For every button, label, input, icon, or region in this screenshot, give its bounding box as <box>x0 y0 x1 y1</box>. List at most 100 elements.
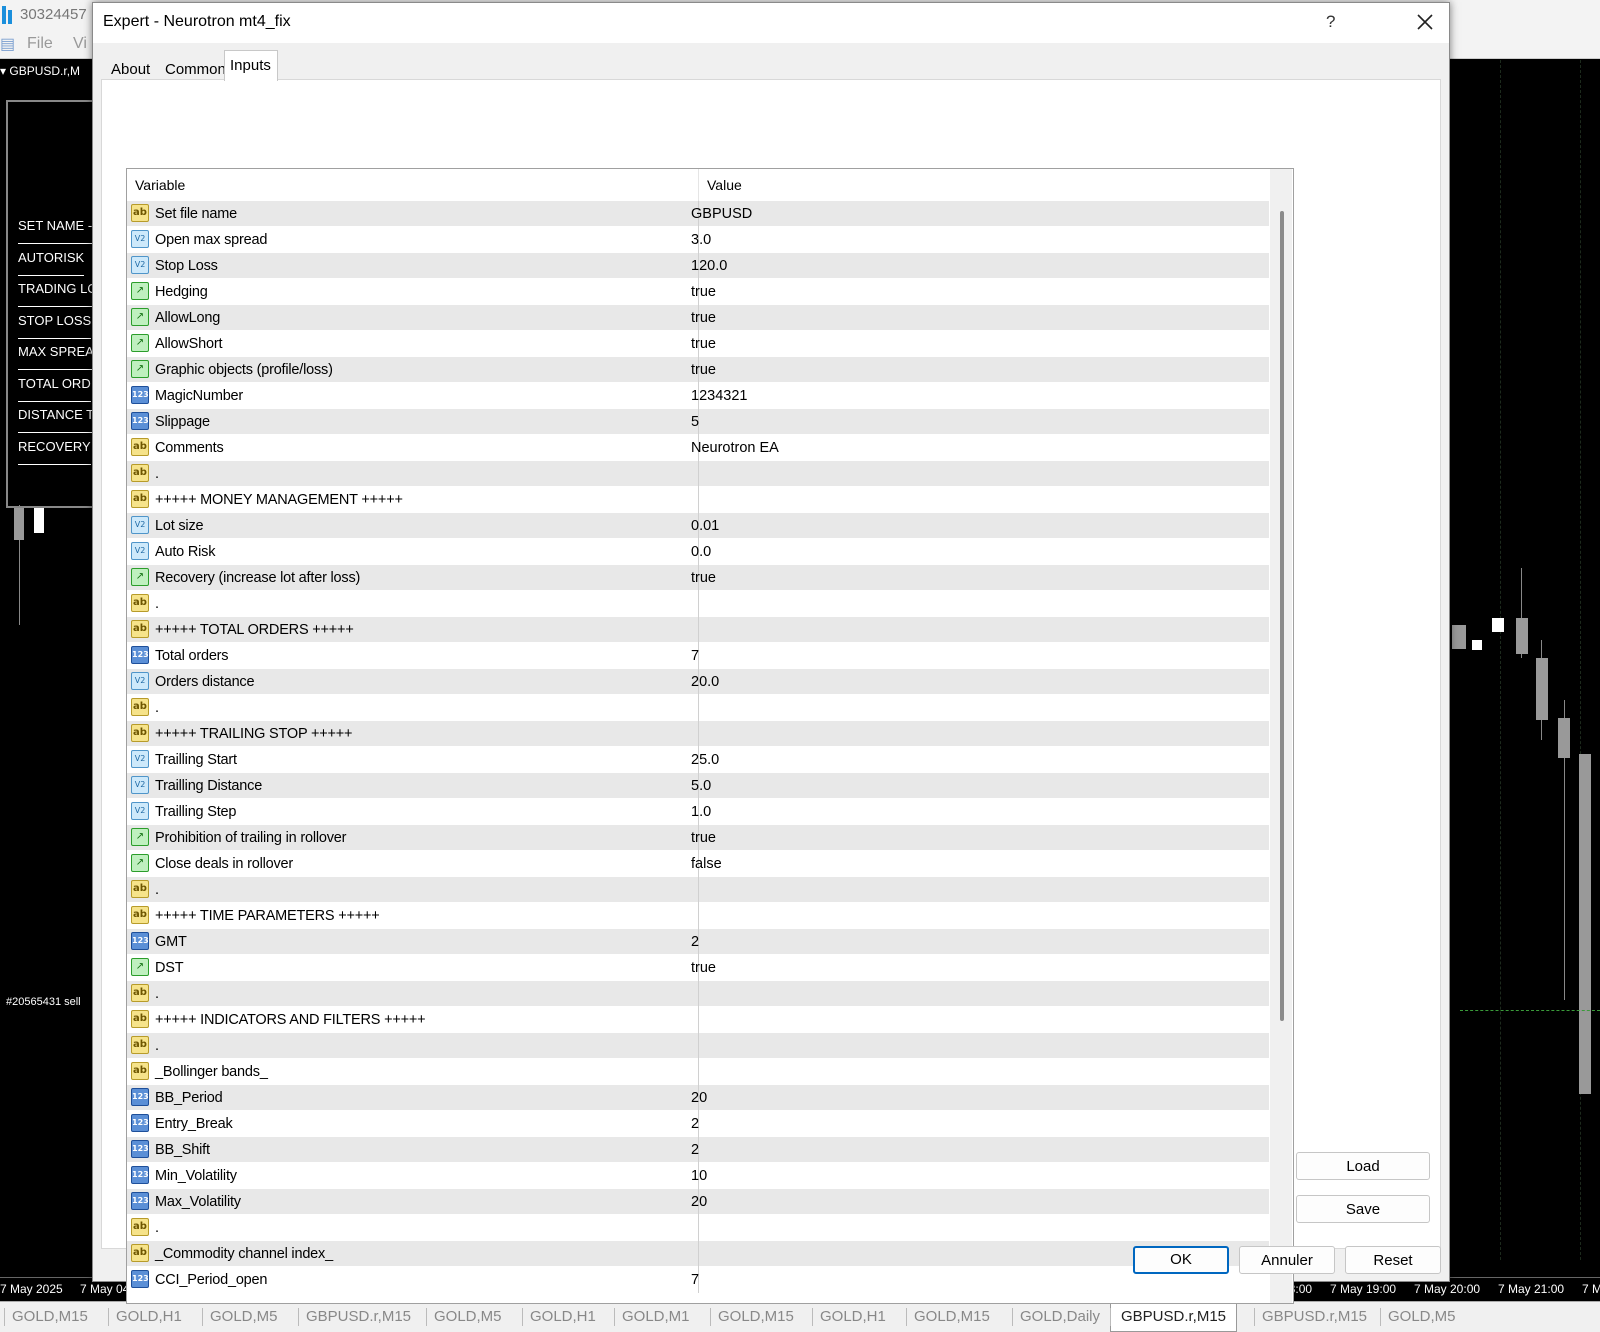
scrollbar-thumb[interactable] <box>1280 211 1284 1021</box>
input-row[interactable]: ab. <box>127 591 1269 617</box>
help-button[interactable]: ? <box>1326 12 1335 32</box>
input-row[interactable]: V2 Trailling Distance 5.0 <box>127 773 1269 799</box>
input-row[interactable]: 123 BB_Shift 2 <box>127 1137 1269 1163</box>
cancel-button[interactable]: Annuler <box>1239 1246 1335 1274</box>
input-row[interactable]: ab _Bollinger bands_ <box>127 1059 1269 1085</box>
reset-button[interactable]: Reset <box>1345 1246 1441 1274</box>
input-value[interactable]: false <box>691 856 722 872</box>
input-row[interactable]: ↗ AllowLong true <box>127 305 1269 331</box>
input-row[interactable]: V2 Open max spread 3.0 <box>127 227 1269 253</box>
tab-about[interactable]: About <box>111 61 150 78</box>
input-value[interactable]: 1234321 <box>691 388 747 404</box>
input-row[interactable]: 123 BB_Period 20 <box>127 1085 1269 1111</box>
input-row[interactable]: V2 Lot size 0.01 <box>127 513 1269 539</box>
input-row[interactable]: 123 Total orders 7 <box>127 643 1269 669</box>
input-row[interactable]: ab Comments Neurotron EA <box>127 435 1269 461</box>
input-value[interactable]: 2 <box>691 1116 699 1132</box>
input-row[interactable]: ab. <box>127 1215 1269 1241</box>
input-row[interactable]: V2 Stop Loss 120.0 <box>127 253 1269 279</box>
chart-tab[interactable]: GOLD,M15 <box>718 1308 794 1325</box>
input-value[interactable]: true <box>691 336 716 352</box>
chart-tab[interactable]: GBPUSD.r,M15 <box>1262 1308 1367 1325</box>
chart-tab[interactable]: GOLD,M5 <box>210 1308 278 1325</box>
input-row[interactable]: 123 Min_Volatility 10 <box>127 1163 1269 1189</box>
input-value[interactable]: 0.0 <box>691 544 711 560</box>
chart-tab[interactable]: GOLD,M5 <box>1388 1308 1456 1325</box>
input-value[interactable]: 7 <box>691 648 699 664</box>
chart-tab[interactable]: GOLD,H1 <box>530 1308 596 1325</box>
input-row[interactable]: ab. <box>127 461 1269 487</box>
chart-tab[interactable]: GOLD,M15 <box>914 1308 990 1325</box>
input-row[interactable]: ab. <box>127 981 1269 1007</box>
input-row[interactable]: ↗ Prohibition of trailing in rollover true <box>127 825 1269 851</box>
input-value[interactable]: 3.0 <box>691 232 711 248</box>
column-header-value[interactable]: Value <box>707 177 742 193</box>
chart-tab[interactable]: GOLD,H1 <box>116 1308 182 1325</box>
column-divider[interactable] <box>698 169 699 201</box>
input-row[interactable]: 123 CCI_Period_open 7 <box>127 1267 1269 1293</box>
input-row[interactable]: ↗ Hedging true <box>127 279 1269 305</box>
input-value[interactable]: 10 <box>691 1168 707 1184</box>
chart-tab[interactable]: GOLD,M15 <box>12 1308 88 1325</box>
chart-tab[interactable]: GOLD,M5 <box>434 1308 502 1325</box>
input-value[interactable]: 0.01 <box>691 518 719 534</box>
chart-tab[interactable]: GOLD,H1 <box>820 1308 886 1325</box>
input-row[interactable]: ↗ Graphic objects (profile/loss) true <box>127 357 1269 383</box>
input-row[interactable]: 123 Slippage 5 <box>127 409 1269 435</box>
load-button[interactable]: Load <box>1296 1152 1430 1180</box>
input-value[interactable]: 2 <box>691 1142 699 1158</box>
dialog-titlebar[interactable]: Expert - Neurotron mt4_fix ? <box>93 3 1449 43</box>
input-value[interactable]: GBPUSD <box>691 206 752 222</box>
input-row[interactable]: ↗ Recovery (increase lot after loss) true <box>127 565 1269 591</box>
input-row[interactable]: 123 MagicNumber 1234321 <box>127 383 1269 409</box>
chart-tab[interactable]: GBPUSD.r,M15 <box>306 1308 411 1325</box>
input-value[interactable]: 20.0 <box>691 674 719 690</box>
input-value[interactable]: Neurotron EA <box>691 440 779 456</box>
input-row[interactable]: ab +++++ TOTAL ORDERS +++++ <box>127 617 1269 643</box>
input-row[interactable]: ↗ DST true <box>127 955 1269 981</box>
input-value[interactable]: 1.0 <box>691 804 711 820</box>
input-row[interactable]: V2 Trailling Step 1.0 <box>127 799 1269 825</box>
menu-view[interactable]: Vi <box>73 35 87 53</box>
input-row[interactable]: ab. <box>127 695 1269 721</box>
input-row[interactable]: ab +++++ INDICATORS AND FILTERS +++++ <box>127 1007 1269 1033</box>
input-value[interactable]: true <box>691 362 716 378</box>
input-row[interactable]: ab +++++ TRAILING STOP +++++ <box>127 721 1269 747</box>
tab-inputs[interactable]: Inputs <box>224 50 278 81</box>
input-value[interactable]: true <box>691 284 716 300</box>
input-value[interactable]: true <box>691 570 716 586</box>
input-row[interactable]: ab +++++ TIME PARAMETERS +++++ <box>127 903 1269 929</box>
chart-tab[interactable]: GOLD,Daily <box>1020 1308 1100 1325</box>
input-value[interactable]: 20 <box>691 1194 707 1210</box>
input-value[interactable]: 2 <box>691 934 699 950</box>
input-row[interactable]: ab Set file name GBPUSD <box>127 201 1269 227</box>
input-row[interactable]: 123 GMT 2 <box>127 929 1269 955</box>
input-row[interactable]: 123 Max_Volatility 20 <box>127 1189 1269 1215</box>
input-row[interactable]: ab. <box>127 877 1269 903</box>
column-header-variable[interactable]: Variable <box>135 177 185 193</box>
input-row[interactable]: V2 Orders distance 20.0 <box>127 669 1269 695</box>
input-value[interactable]: 7 <box>691 1272 699 1288</box>
input-value[interactable]: true <box>691 310 716 326</box>
input-value[interactable]: 120.0 <box>691 258 727 274</box>
save-button[interactable]: Save <box>1296 1195 1430 1223</box>
input-row[interactable]: ↗ AllowShort true <box>127 331 1269 357</box>
input-row[interactable]: 123 Entry_Break 2 <box>127 1111 1269 1137</box>
input-row[interactable]: V2 Trailling Start 25.0 <box>127 747 1269 773</box>
input-value[interactable]: true <box>691 830 716 846</box>
input-row[interactable]: ab _Commodity channel index_ <box>127 1241 1269 1267</box>
input-value[interactable]: 20 <box>691 1090 707 1106</box>
input-value[interactable]: 5.0 <box>691 778 711 794</box>
menu-file[interactable]: File <box>27 35 53 53</box>
input-row[interactable]: ab. <box>127 1033 1269 1059</box>
chart-tab[interactable]: GBPUSD.r,M15 <box>1110 1302 1238 1332</box>
tab-common[interactable]: Common <box>165 61 226 78</box>
input-row[interactable]: ab +++++ MONEY MANAGEMENT +++++ <box>127 487 1269 513</box>
input-row[interactable]: ↗ Close deals in rollover false <box>127 851 1269 877</box>
close-icon[interactable] <box>1410 7 1440 37</box>
input-row[interactable]: V2 Auto Risk 0.0 <box>127 539 1269 565</box>
input-value[interactable]: 25.0 <box>691 752 719 768</box>
ok-button[interactable]: OK <box>1133 1246 1229 1274</box>
input-value[interactable]: 5 <box>691 414 699 430</box>
grid-scrollbar[interactable] <box>1270 169 1292 1303</box>
